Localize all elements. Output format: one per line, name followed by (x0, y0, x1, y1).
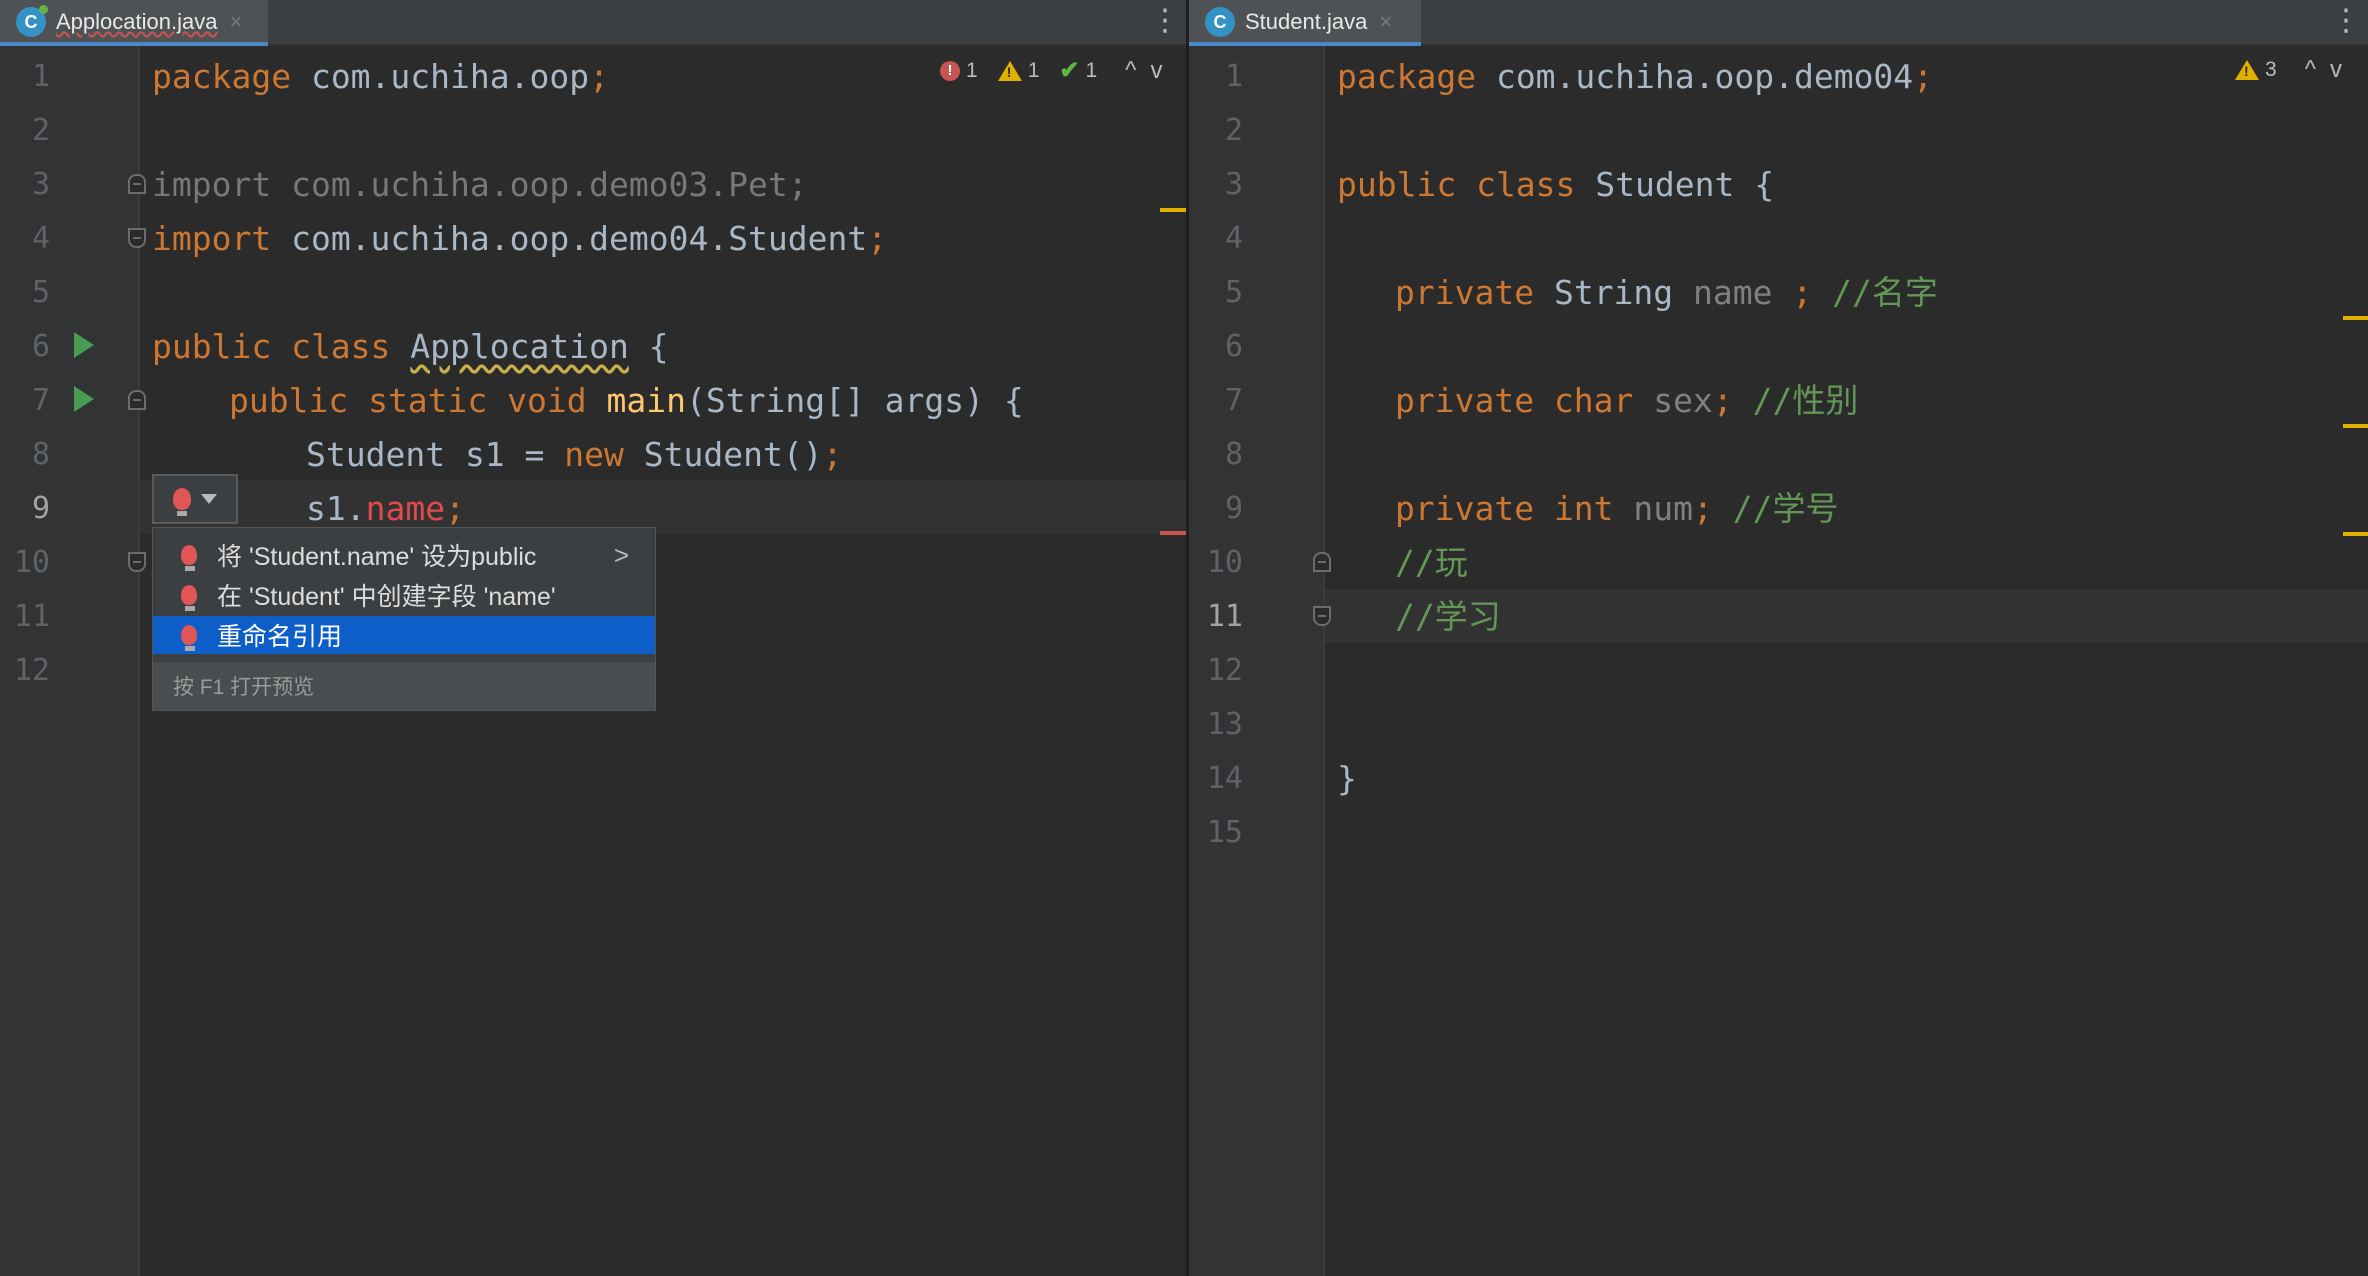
code-line-3: public class Student { (1337, 165, 1775, 204)
warning-stripe[interactable] (2343, 532, 2368, 536)
code-line-9: private int num; //学号 (1395, 489, 1839, 528)
error-stripe[interactable] (1160, 531, 1186, 535)
fold-icon[interactable] (1313, 552, 1331, 572)
line-number: 5 (31, 275, 50, 310)
code-line-11[interactable]: //学习 (1395, 590, 1501, 644)
more-options-icon[interactable]: ⋮ (2331, 6, 2361, 36)
line-number: 4 (31, 221, 50, 256)
line-number: 9 (31, 491, 50, 526)
warning-icon: ! (2235, 60, 2259, 80)
line-number: 10 (13, 545, 50, 580)
code-line-14: } (1337, 759, 1357, 798)
code-line-1: package com.uchiha.oop.demo04; (1337, 57, 1934, 96)
bulb-icon (181, 545, 197, 571)
inspection-widget[interactable]: ! 1 ! 1 ✔ 1 ^ v (940, 56, 1162, 85)
line-number: 1 (1224, 59, 1243, 94)
line-number: 13 (1206, 707, 1243, 742)
popup-item-create-field[interactable]: 在 'Student' 中创建字段 'name' (153, 576, 655, 614)
error-icon: ! (940, 60, 960, 81)
chevron-right-icon: > (613, 539, 629, 570)
warning-stripe[interactable] (1160, 208, 1186, 212)
run-main-icon[interactable] (74, 386, 94, 412)
bulb-icon (181, 625, 197, 651)
line-number: 6 (1224, 329, 1243, 364)
chevron-down-icon[interactable]: v (2330, 56, 2342, 84)
right-editor-pane: C Student.java × ⋮ 1 2 3 4 5 6 7 8 9 10 … (1189, 0, 2368, 1276)
line-number: 8 (31, 437, 50, 472)
tab-label: Student.java (1245, 9, 1368, 34)
line-number: 12 (1206, 653, 1243, 688)
line-number: 3 (31, 167, 50, 202)
intention-bulb-button[interactable] (152, 474, 238, 524)
line-number: 11 (13, 599, 50, 634)
line-number: 5 (1224, 275, 1243, 310)
line-number: 6 (31, 329, 50, 364)
line-number: 8 (1224, 437, 1243, 472)
run-class-icon[interactable] (74, 332, 94, 358)
close-icon[interactable]: × (1379, 9, 1392, 35)
check-icon: ✔ (1059, 57, 1080, 84)
tab-applocation-java[interactable]: C Applocation.java × (0, 0, 268, 46)
code-line-3: import com.uchiha.oop.demo03.Pet; (152, 165, 808, 204)
popup-item-make-public[interactable]: 将 'Student.name' 设为public > (153, 536, 655, 574)
popup-item-rename-reference[interactable]: 重命名引用 (153, 616, 655, 654)
tab-label: Applocation.java (56, 9, 218, 34)
line-number: 7 (1224, 383, 1243, 418)
java-class-icon: C (1205, 7, 1235, 37)
code-line-10: //玩 (1395, 543, 1468, 582)
code-line-5: private String name ; //名字 (1395, 273, 1938, 312)
bulb-icon (173, 488, 191, 516)
warning-stripe[interactable] (2343, 316, 2368, 320)
warning-stripe[interactable] (2343, 424, 2368, 428)
chevron-down-icon (201, 494, 217, 504)
line-number: 12 (13, 653, 50, 688)
code-line-8: Student s1 = new Student(); (306, 435, 843, 474)
fold-icon[interactable] (128, 228, 146, 248)
close-icon[interactable]: × (229, 9, 242, 35)
line-number: 11 (1206, 599, 1243, 634)
line-number: 3 (1224, 167, 1243, 202)
intention-actions-popup: 将 'Student.name' 设为public > 在 'Student' … (152, 527, 656, 711)
fold-icon[interactable] (128, 552, 146, 572)
left-tab-bar: C Applocation.java × ⋮ (0, 0, 1189, 46)
code-line-7: private char sex; //性别 (1395, 381, 1859, 420)
line-number: 4 (1224, 221, 1243, 256)
line-number: 2 (1224, 113, 1243, 148)
warning-icon: ! (997, 60, 1022, 81)
line-number: 10 (1206, 545, 1243, 580)
bulb-icon (181, 585, 197, 611)
inspection-widget[interactable]: ! 3 ^ v (2235, 56, 2342, 84)
code-line-6: public class Applocation { (152, 327, 669, 366)
chevron-down-icon[interactable]: v (1150, 57, 1162, 85)
code-line-1: package com.uchiha.oop; (152, 57, 609, 96)
right-tab-bar: C Student.java × ⋮ (1189, 0, 2368, 46)
popup-footer-hint: 按 F1 打开预览 (153, 662, 655, 710)
current-line-highlight (140, 480, 1189, 534)
line-number: 1 (31, 59, 50, 94)
line-number: 7 (31, 383, 50, 418)
more-options-icon[interactable]: ⋮ (1150, 6, 1180, 36)
line-number: 14 (1206, 761, 1243, 796)
code-line-4: import com.uchiha.oop.demo04.Student; (152, 219, 888, 258)
java-class-icon: C (16, 5, 48, 37)
line-number: 9 (1224, 491, 1243, 526)
code-line-7: public static void main(String[] args) { (229, 381, 1024, 420)
left-editor-pane: C Applocation.java × ⋮ 1 2 3 4 5 6 7 8 9… (0, 0, 1189, 1276)
chevron-up-icon[interactable]: ^ (2305, 56, 2316, 84)
fold-icon[interactable] (128, 390, 146, 410)
fold-icon[interactable] (128, 174, 146, 194)
line-number: 15 (1206, 815, 1243, 850)
chevron-up-icon[interactable]: ^ (1125, 57, 1136, 85)
line-number: 2 (31, 113, 50, 148)
fold-icon[interactable] (1313, 606, 1331, 626)
tab-student-java[interactable]: C Student.java × (1189, 0, 1421, 46)
